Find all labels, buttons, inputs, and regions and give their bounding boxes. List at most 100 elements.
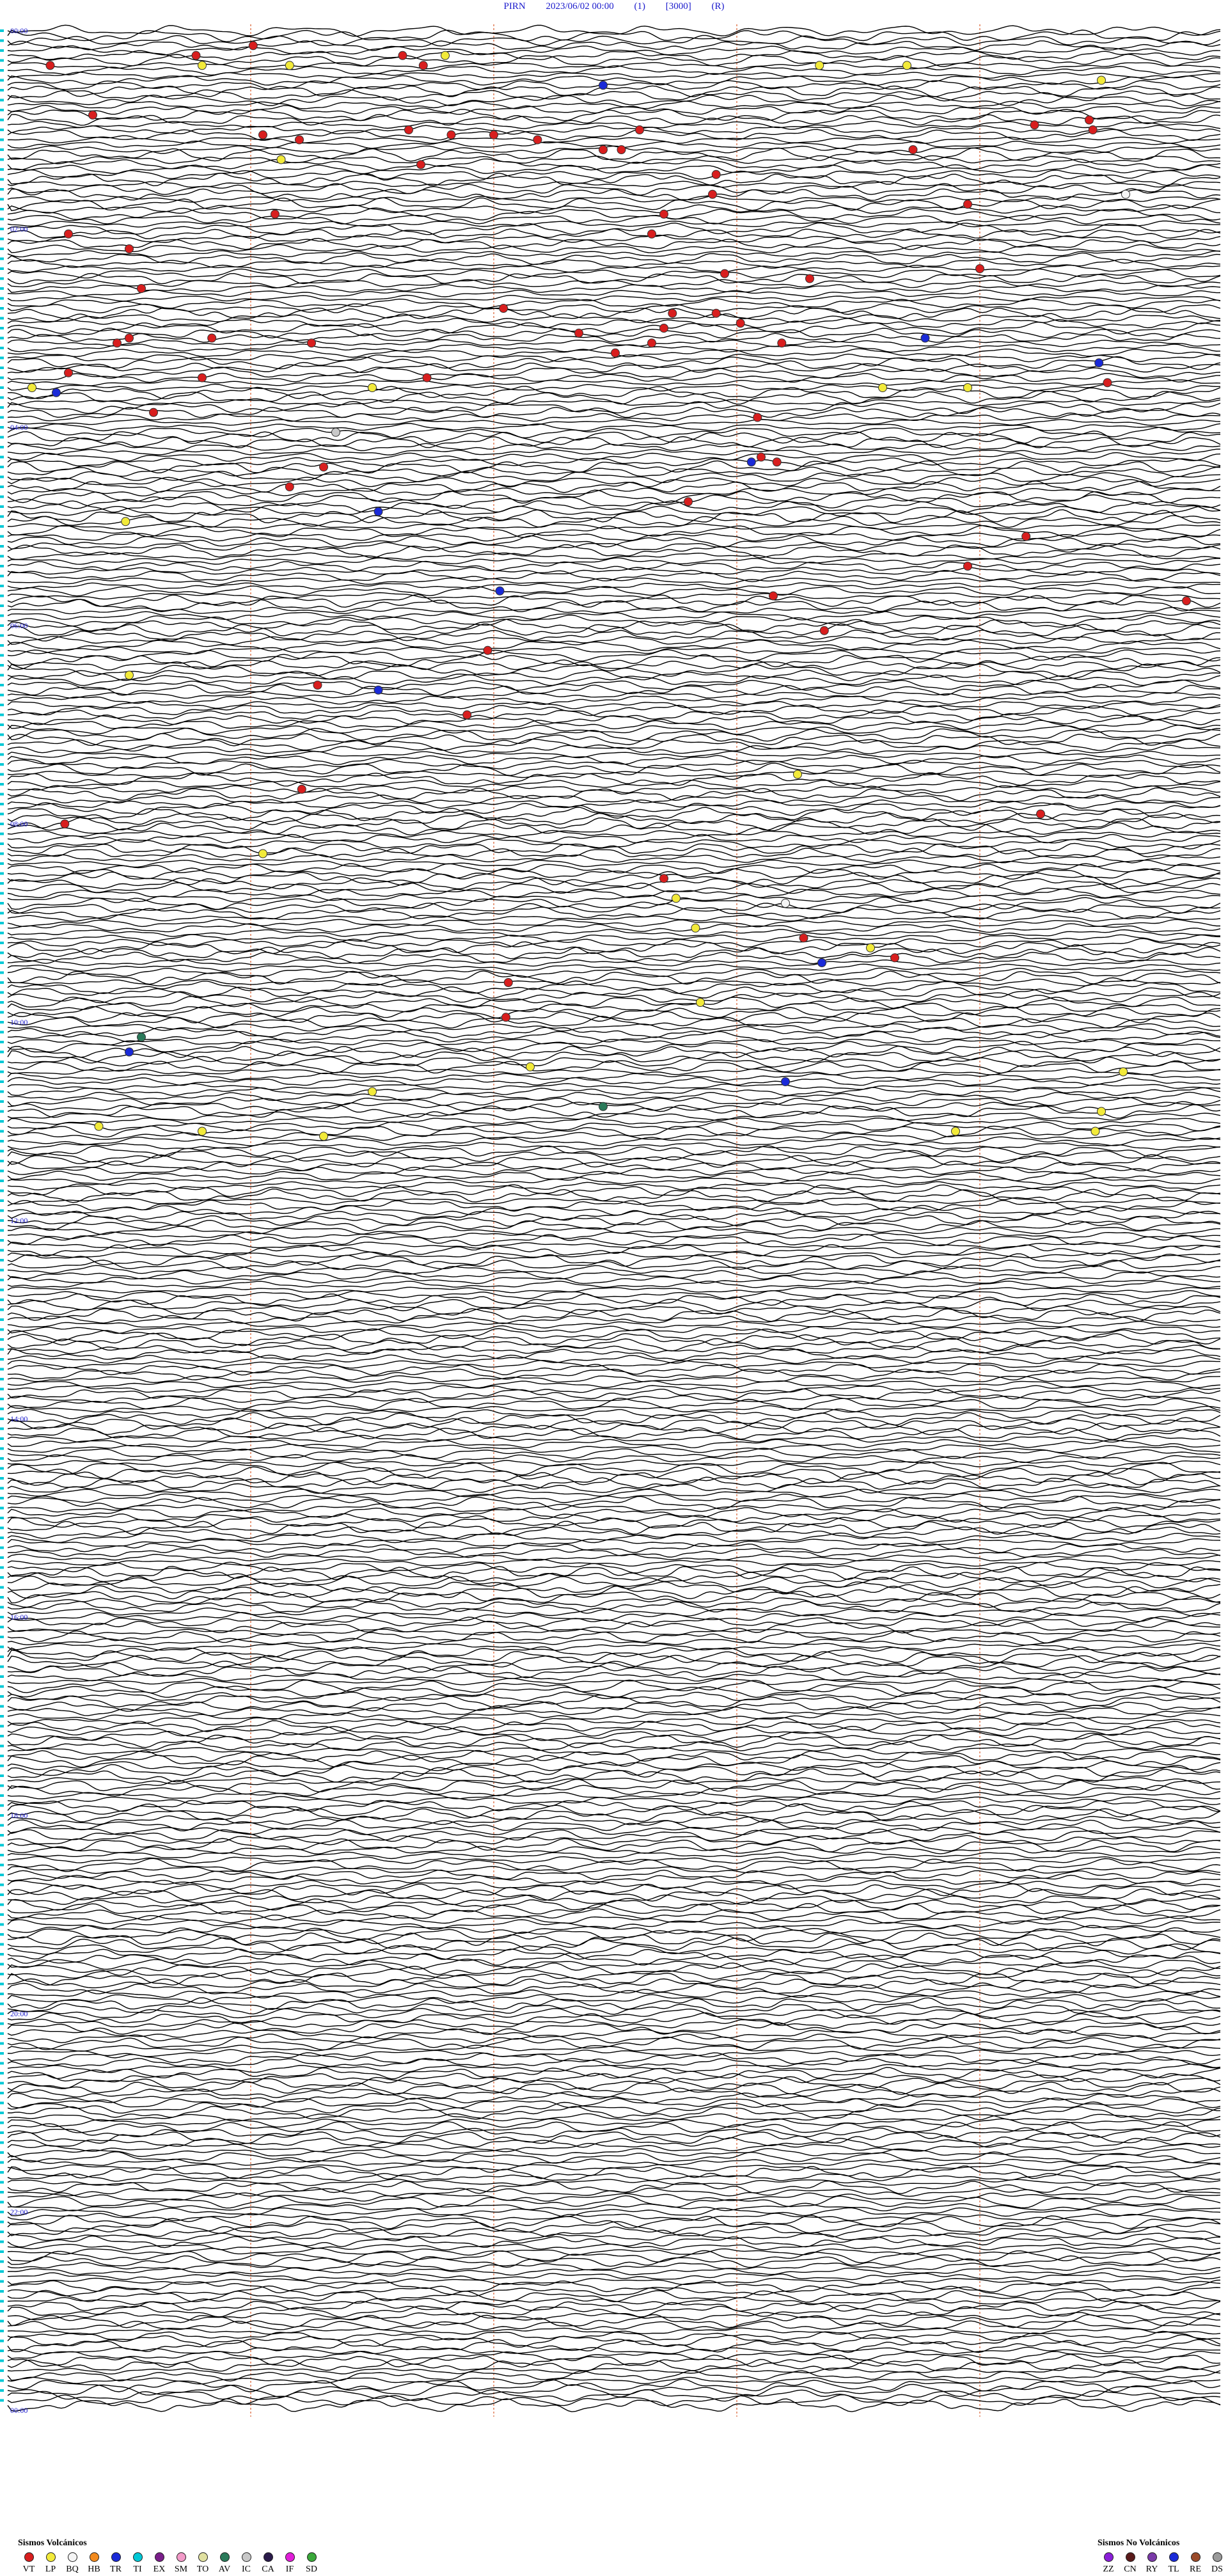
event-marker-vt[interactable]	[125, 244, 134, 253]
event-marker-lp[interactable]	[1090, 1126, 1100, 1136]
event-marker-lp[interactable]	[441, 51, 450, 60]
event-marker-lp[interactable]	[696, 998, 705, 1007]
event-marker-lp[interactable]	[28, 383, 36, 392]
event-marker-vt[interactable]	[777, 338, 787, 348]
event-marker-lp[interactable]	[691, 923, 700, 933]
event-marker-tr[interactable]	[495, 586, 505, 596]
event-marker-vt[interactable]	[1103, 378, 1112, 388]
event-marker-tr[interactable]	[52, 388, 61, 397]
event-marker-vt[interactable]	[772, 457, 782, 467]
event-marker-vt[interactable]	[398, 51, 407, 60]
event-marker-vt[interactable]	[489, 130, 498, 139]
event-marker-vt[interactable]	[720, 269, 729, 278]
event-marker-vt[interactable]	[659, 874, 668, 883]
event-marker-tr[interactable]	[817, 958, 826, 967]
event-marker-tr[interactable]	[125, 1047, 134, 1057]
event-marker-vt[interactable]	[908, 145, 918, 154]
event-marker-tr[interactable]	[781, 1077, 790, 1086]
event-marker-vt[interactable]	[499, 304, 508, 313]
event-marker-vt[interactable]	[418, 61, 428, 70]
event-marker-vt[interactable]	[599, 145, 608, 154]
event-marker-vt[interactable]	[45, 61, 55, 70]
event-marker-lp[interactable]	[878, 383, 887, 392]
event-marker-lp[interactable]	[951, 1126, 960, 1136]
event-marker-vt[interactable]	[295, 135, 304, 145]
event-marker-vt[interactable]	[711, 170, 721, 179]
event-marker-lp[interactable]	[368, 383, 377, 392]
event-marker-vt[interactable]	[149, 407, 158, 417]
event-marker-vt[interactable]	[975, 264, 984, 273]
event-marker-av[interactable]	[599, 1102, 608, 1111]
event-marker-lp[interactable]	[368, 1087, 377, 1096]
event-marker-vt[interactable]	[659, 209, 668, 219]
event-marker-vt[interactable]	[503, 978, 513, 987]
event-marker-lp[interactable]	[526, 1062, 535, 1071]
event-marker-bq[interactable]	[781, 899, 790, 908]
event-marker-lp[interactable]	[866, 943, 875, 952]
event-marker-vt[interactable]	[307, 338, 316, 348]
event-marker-tr[interactable]	[374, 507, 383, 516]
event-marker-vt[interactable]	[1182, 596, 1191, 606]
event-marker-vt[interactable]	[125, 333, 134, 343]
event-marker-lp[interactable]	[285, 61, 294, 70]
event-marker-vt[interactable]	[285, 482, 294, 491]
event-marker-vt[interactable]	[963, 200, 972, 209]
event-marker-vt[interactable]	[446, 130, 456, 139]
event-marker-vt[interactable]	[819, 626, 829, 635]
event-marker-vt[interactable]	[684, 497, 693, 507]
event-marker-tr[interactable]	[746, 457, 756, 467]
event-marker-vt[interactable]	[297, 784, 306, 794]
event-marker-vt[interactable]	[60, 819, 70, 828]
event-marker-vt[interactable]	[736, 319, 745, 328]
event-marker-vt[interactable]	[668, 308, 677, 318]
event-marker-lp[interactable]	[815, 61, 824, 70]
event-marker-vt[interactable]	[757, 452, 766, 462]
event-marker-vt[interactable]	[1085, 115, 1094, 125]
event-marker-vt[interactable]	[64, 368, 73, 377]
event-marker-vt[interactable]	[799, 933, 808, 943]
event-marker-vt[interactable]	[533, 135, 542, 145]
event-marker-lp[interactable]	[198, 1126, 207, 1136]
event-marker-vt[interactable]	[137, 284, 146, 293]
event-marker-vt[interactable]	[711, 308, 721, 318]
event-marker-vt[interactable]	[88, 110, 97, 120]
event-marker-vt[interactable]	[1030, 120, 1039, 130]
event-marker-tr[interactable]	[374, 685, 383, 695]
event-marker-vt[interactable]	[647, 229, 656, 239]
event-marker-vt[interactable]	[617, 145, 626, 154]
event-marker-vt[interactable]	[483, 645, 492, 655]
event-marker-vt[interactable]	[207, 333, 217, 343]
event-marker-vt[interactable]	[416, 160, 425, 170]
event-marker-vt[interactable]	[753, 413, 762, 422]
event-marker-lp[interactable]	[793, 770, 802, 779]
event-marker-vt[interactable]	[404, 125, 413, 134]
event-marker-vt[interactable]	[659, 324, 668, 333]
event-marker-vt[interactable]	[191, 51, 201, 60]
event-marker-vt[interactable]	[271, 209, 279, 219]
event-marker-lp[interactable]	[276, 155, 286, 164]
event-marker-vt[interactable]	[198, 373, 207, 383]
event-marker-vt[interactable]	[611, 348, 620, 358]
event-marker-vt[interactable]	[422, 373, 432, 383]
event-marker-vt[interactable]	[805, 274, 814, 283]
event-marker-vt[interactable]	[113, 338, 122, 348]
event-marker-vt[interactable]	[64, 229, 73, 239]
event-marker-lp[interactable]	[672, 894, 681, 903]
event-marker-vt[interactable]	[1021, 532, 1031, 541]
event-marker-lp[interactable]	[258, 849, 267, 858]
event-marker-vt[interactable]	[635, 125, 644, 134]
event-marker-vt[interactable]	[708, 189, 717, 199]
event-marker-av[interactable]	[137, 1032, 146, 1042]
event-marker-vt[interactable]	[462, 710, 472, 720]
event-marker-vt[interactable]	[963, 562, 972, 571]
event-marker-vt[interactable]	[319, 462, 328, 471]
event-marker-lp[interactable]	[1097, 1107, 1106, 1116]
event-marker-vt[interactable]	[501, 1013, 510, 1022]
event-marker-lp[interactable]	[1097, 75, 1106, 85]
event-marker-vt[interactable]	[769, 591, 778, 601]
event-marker-lp[interactable]	[319, 1132, 328, 1141]
event-marker-lp[interactable]	[198, 61, 207, 70]
event-marker-ic[interactable]	[331, 427, 340, 437]
event-marker-vt[interactable]	[248, 41, 258, 51]
event-marker-vt[interactable]	[258, 130, 267, 139]
